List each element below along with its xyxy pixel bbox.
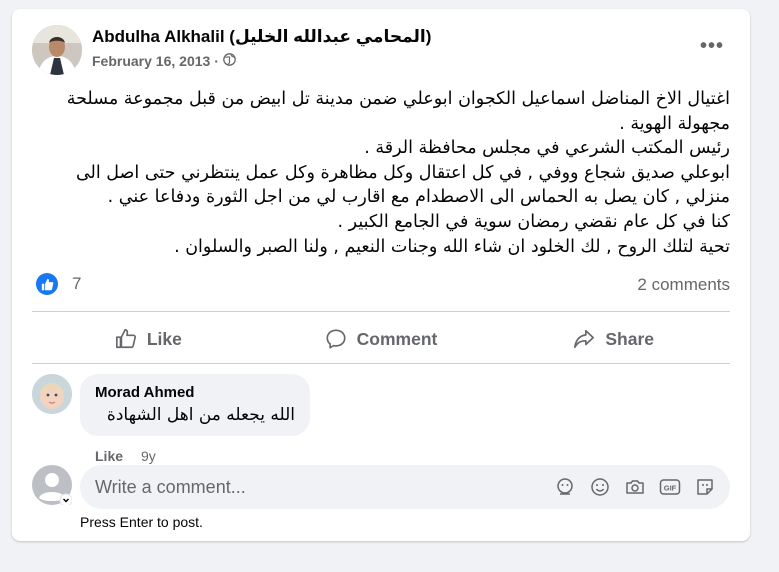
composer-tools: GIF xyxy=(554,476,716,498)
action-bar: Like Comment Share xyxy=(32,319,730,359)
divider xyxy=(32,311,730,312)
camera-icon[interactable] xyxy=(624,476,646,498)
reactions-summary[interactable]: 7 xyxy=(36,273,81,295)
comment-like-button[interactable]: Like xyxy=(95,448,123,464)
post-text: اغتيال الاخ المناضل اسماعيل الكجوان ابوع… xyxy=(36,87,730,259)
comment-input-placeholder[interactable]: Write a comment... xyxy=(95,477,554,498)
thumbs-up-icon xyxy=(115,329,136,349)
share-label: Share xyxy=(605,328,654,349)
comment-label: Comment xyxy=(356,328,438,349)
comment-meta: Like 9y xyxy=(95,448,156,464)
author-name[interactable]: Abdulha Alkhalil (المحامي عبدالله الخليل… xyxy=(92,27,431,47)
composer-hint: Press Enter to post. xyxy=(80,514,203,530)
commenter-name[interactable]: Morad Ahmed xyxy=(95,384,295,401)
post-line: كنا في كل عام نقضي رمضان سوية في الجامع … xyxy=(337,211,730,232)
meta-separator: · xyxy=(214,53,219,69)
like-reaction-icon xyxy=(36,273,58,295)
post-line: اغتيال الاخ المناضل اسماعيل الكجوان ابوع… xyxy=(66,89,730,134)
comment-button[interactable]: Comment xyxy=(265,319,498,359)
avatar-sticker-icon[interactable] xyxy=(554,476,576,498)
post-line: رئيس المكتب الشرعي في مجلس محافظة الرقة … xyxy=(364,138,730,159)
post-line: تحية لتلك الروح , لك الخلود ان شاء الله … xyxy=(174,236,730,257)
more-options-button[interactable]: ••• xyxy=(700,35,724,58)
comment-bubble: Morad Ahmed الله يجعله من اهل الشهادة xyxy=(80,374,310,436)
sticker-icon[interactable] xyxy=(694,476,716,498)
comments-count-link[interactable]: 2 comments xyxy=(637,275,730,295)
comment-text: الله يجعله من اهل الشهادة xyxy=(106,405,295,425)
author-avatar[interactable] xyxy=(32,25,82,75)
post-line: ابوعلي صديق شجاع ووفي , في كل اعتقال وكل… xyxy=(75,162,730,208)
share-button[interactable]: Share xyxy=(497,319,730,359)
post-meta: February 16, 2013 · xyxy=(92,53,236,69)
post-card: Abdulha Alkhalil (المحامي عبدالله الخليل… xyxy=(12,9,750,541)
share-icon xyxy=(574,329,595,349)
post-date[interactable]: February 16, 2013 xyxy=(92,53,210,69)
gif-icon[interactable]: GIF xyxy=(659,476,681,498)
globe-icon[interactable] xyxy=(223,53,236,69)
divider xyxy=(32,363,730,364)
svg-text:GIF: GIF xyxy=(664,484,677,493)
reaction-count: 7 xyxy=(72,274,82,293)
comment-composer[interactable]: Write a comment... GIF xyxy=(80,465,730,509)
commenter-avatar[interactable] xyxy=(32,374,72,414)
current-user-avatar[interactable] xyxy=(32,465,73,507)
like-button[interactable]: Like xyxy=(32,319,265,359)
comment-icon xyxy=(326,329,346,349)
like-label: Like xyxy=(146,328,182,349)
emoji-icon[interactable] xyxy=(589,476,611,498)
comment-age[interactable]: 9y xyxy=(141,448,156,464)
